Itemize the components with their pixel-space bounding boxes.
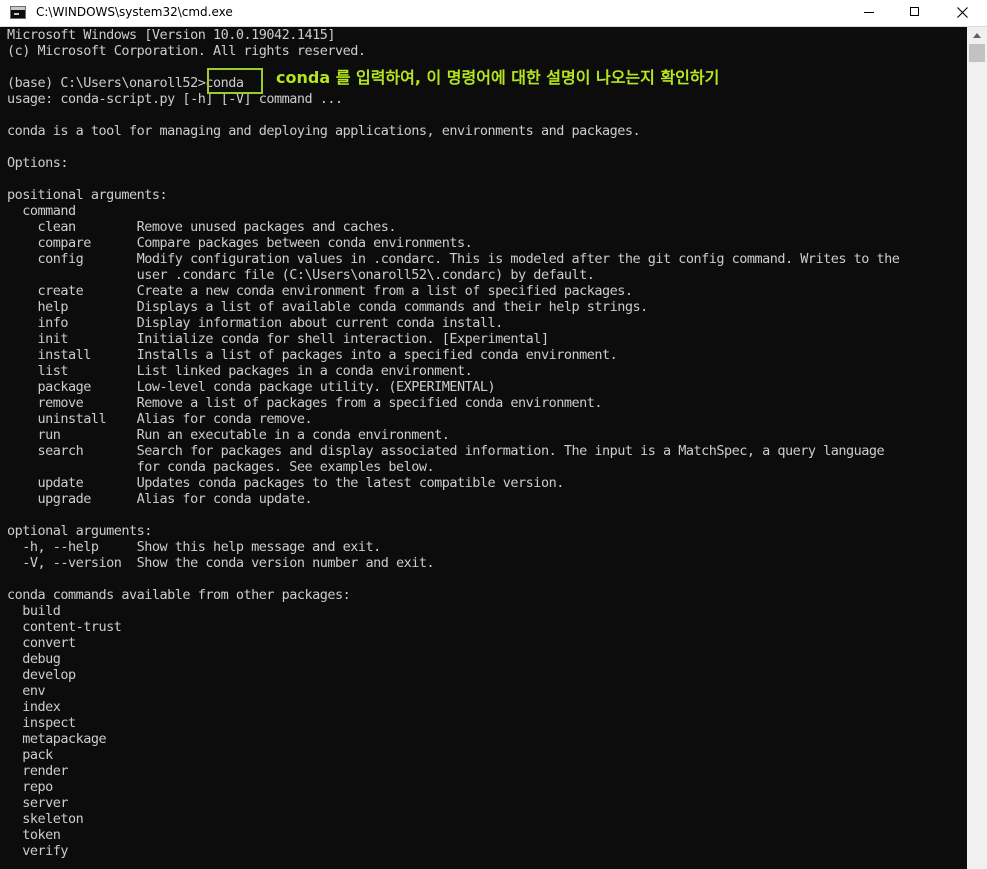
console-line: positional arguments:: [7, 187, 168, 203]
scrollbar-thumb[interactable]: [969, 44, 985, 62]
command-highlight-box: [207, 68, 263, 94]
maximize-button[interactable]: [892, 0, 938, 26]
console-line: -h, --help Show this help message and ex…: [7, 539, 381, 555]
console-line: list List linked packages in a conda env…: [7, 363, 473, 379]
console-line: command: [7, 203, 76, 219]
console-line: (c) Microsoft Corporation. All rights re…: [7, 43, 366, 59]
console-line: update Updates conda packages to the lat…: [7, 475, 565, 491]
scroll-up-arrow-icon[interactable]: [967, 27, 987, 44]
console-line: verify: [7, 843, 69, 859]
vertical-scrollbar[interactable]: [967, 27, 987, 869]
console-line: optional arguments:: [7, 523, 152, 539]
minimize-button[interactable]: [846, 0, 892, 26]
console-line: server: [7, 795, 69, 811]
console-line: help Displays a list of available conda …: [7, 299, 649, 315]
console-line: config Modify configuration values in .c…: [7, 251, 900, 267]
console-line: metapackage: [7, 731, 107, 747]
console-line: content-trust: [7, 619, 122, 635]
console-line: convert: [7, 635, 76, 651]
console-line: search Search for packages and display a…: [7, 443, 885, 459]
console-line: skeleton: [7, 811, 84, 827]
console-line: develop: [7, 667, 76, 683]
console-line: init Initialize conda for shell interact…: [7, 331, 550, 347]
console-line: -V, --version Show the conda version num…: [7, 555, 435, 571]
console-line: conda is a tool for managing and deployi…: [7, 123, 641, 139]
console-line: create Create a new conda environment fr…: [7, 283, 633, 299]
console-line: upgrade Alias for conda update.: [7, 491, 313, 507]
console-line: clean Remove unused packages and caches.: [7, 219, 397, 235]
console-line: uninstall Alias for conda remove.: [7, 411, 313, 427]
console-line: Microsoft Windows [Version 10.0.19042.14…: [7, 27, 336, 43]
cmd-app-icon[interactable]: [10, 6, 26, 19]
console-line: conda commands available from other pack…: [7, 587, 351, 603]
console-line: usage: conda-script.py [-h] [-V] command…: [7, 91, 343, 107]
instruction-annotation: conda 를 입력하여, 이 명령어에 대한 설명이 나오는지 확인하기: [276, 68, 720, 87]
console-line: compare Compare packages between conda e…: [7, 235, 473, 251]
window-titlebar[interactable]: C:\WINDOWS\system32\cmd.exe: [0, 0, 987, 27]
console-line: render: [7, 763, 69, 779]
console-line: env: [7, 683, 46, 699]
console-output[interactable]: Microsoft Windows [Version 10.0.19042.14…: [0, 27, 967, 869]
console-line: run Run an executable in a conda environ…: [7, 427, 450, 443]
console-line: Options:: [7, 155, 69, 171]
console-line: info Display information about current c…: [7, 315, 504, 331]
console-line: inspect: [7, 715, 76, 731]
console-line: index: [7, 699, 61, 715]
console-line: user .condarc file (C:\Users\onaroll52\.…: [7, 267, 595, 283]
console-line: repo: [7, 779, 53, 795]
console-line: package Low-level conda package utility.…: [7, 379, 496, 395]
console-line: pack: [7, 747, 53, 763]
console-line: for conda packages. See examples below.: [7, 459, 435, 475]
close-icon: [957, 7, 968, 18]
window-title: C:\WINDOWS\system32\cmd.exe: [36, 5, 233, 19]
close-button[interactable]: [938, 0, 987, 26]
console-line: build: [7, 603, 61, 619]
console-line: install Installs a list of packages into…: [7, 347, 618, 363]
console-line: debug: [7, 651, 61, 667]
console-line: token: [7, 827, 61, 843]
console-line: remove Remove a list of packages from a …: [7, 395, 603, 411]
